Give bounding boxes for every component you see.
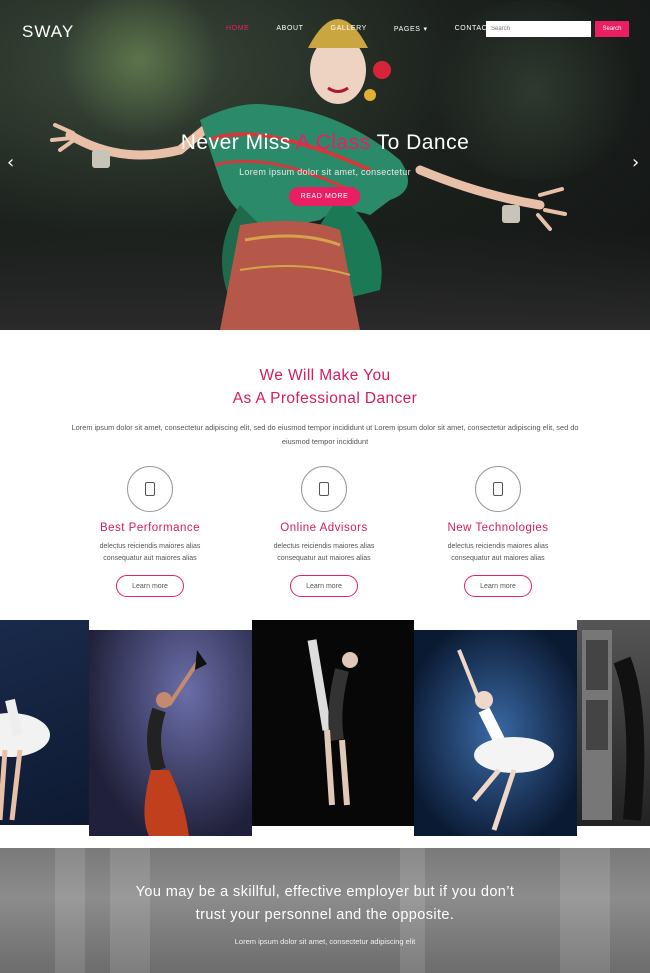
hero-title-end: To Dance xyxy=(370,131,470,154)
feature-text: delectus reiciendis maiores alias consequ… xyxy=(75,541,225,565)
testimonial-quote-line2: trust your personnel and the opposite. xyxy=(195,907,455,923)
site-logo[interactable]: SWAY xyxy=(22,22,74,42)
hero-title: Never Miss A Class To Dance xyxy=(0,131,650,155)
feature-text-line: consequatur aut maiores alias xyxy=(277,555,371,562)
chevron-right-icon[interactable]: › xyxy=(632,152,639,173)
search-input[interactable] xyxy=(486,21,591,37)
feature-title: Best Performance xyxy=(99,522,201,534)
learn-more-button[interactable]: Learn more xyxy=(116,575,184,597)
testimonial-quote-line1: You may be a skillful, effective employe… xyxy=(135,884,515,900)
feature-card: New Technologies delectus reiciendis mai… xyxy=(423,466,573,597)
hero-subtitle: Lorem ipsum dolor sit amet, consectetur xyxy=(239,167,411,177)
hero-title-highlight: A Class xyxy=(295,131,371,154)
feature-text: delectus reiciendis maiores alias consequ… xyxy=(423,541,573,565)
gallery-image[interactable] xyxy=(414,630,577,836)
nav-item-home[interactable]: HOME xyxy=(226,25,249,33)
nav-item-pages-label: PAGES xyxy=(393,26,421,33)
feature-text: delectus reiciendis maiores alias consequ… xyxy=(249,541,399,565)
section-heading-line1: We Will Make You xyxy=(259,367,391,384)
hero-slider: SWAY HOME ABOUT GALLERY PAGES ▾ CONTACT S… xyxy=(0,0,650,330)
nav-item-gallery[interactable]: GALLERY xyxy=(331,25,367,33)
hero-title-start: Never Miss xyxy=(180,131,296,154)
feature-text-line: delectus reiciendis maiores alias xyxy=(99,543,201,550)
section-heading-line2: As A Professional Dancer xyxy=(232,390,418,407)
nav-menu: HOME ABOUT GALLERY PAGES ▾ CONTACT xyxy=(226,25,519,33)
gallery-image[interactable] xyxy=(89,630,252,836)
testimonial-banner: You may be a skillful, effective employe… xyxy=(0,848,650,973)
gallery-image[interactable] xyxy=(252,620,414,826)
nav-item-about[interactable]: ABOUT xyxy=(276,25,303,33)
mobile-icon xyxy=(475,466,521,512)
testimonial-caption: Lorem ipsum dolor sit amet, consectetur … xyxy=(234,937,416,946)
main-navbar: SWAY HOME ABOUT GALLERY PAGES ▾ CONTACT S… xyxy=(0,0,650,60)
gallery-image[interactable] xyxy=(0,620,89,825)
read-more-button[interactable]: READ MORE xyxy=(289,187,360,206)
feature-title: New Technologies xyxy=(447,522,549,534)
feature-card: Online Advisors delectus reiciendis maio… xyxy=(249,466,399,597)
feature-text-line: delectus reiciendis maiores alias xyxy=(273,543,375,550)
section-lead-text: Lorem ipsum dolor sit amet, consectetur … xyxy=(71,423,579,446)
feature-text-line: delectus reiciendis maiores alias xyxy=(447,543,549,550)
mobile-icon xyxy=(127,466,173,512)
gallery-image[interactable] xyxy=(577,620,650,826)
feature-text-line: consequatur aut maiores alias xyxy=(451,555,545,562)
learn-more-button[interactable]: Learn more xyxy=(464,575,532,597)
chevron-down-icon: ▾ xyxy=(423,26,428,33)
learn-more-button[interactable]: Learn more xyxy=(290,575,358,597)
gallery-strip xyxy=(0,620,650,848)
nav-item-pages[interactable]: PAGES ▾ xyxy=(394,25,428,33)
chevron-left-icon[interactable]: ‹ xyxy=(7,152,14,173)
search-button[interactable]: Search xyxy=(595,21,629,37)
mobile-icon xyxy=(301,466,347,512)
about-section: We Will Make You As A Professional Dance… xyxy=(0,330,650,620)
feature-title: Online Advisors xyxy=(280,522,368,534)
feature-text-line: consequatur aut maiores alias xyxy=(103,555,197,562)
feature-card: Best Performance delectus reiciendis mai… xyxy=(75,466,225,597)
